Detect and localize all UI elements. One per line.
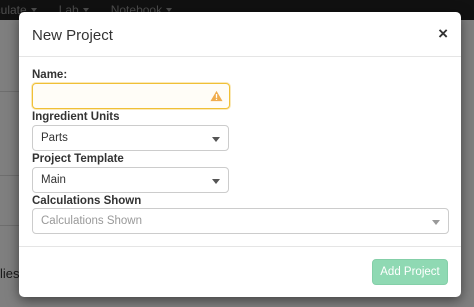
new-project-modal: New Project × Name: Ingredient Units Par… (19, 12, 461, 297)
ingredient-units-select[interactable]: Parts (32, 125, 229, 151)
close-icon[interactable]: × (438, 25, 448, 42)
project-template-value: Main (41, 174, 66, 186)
add-project-button[interactable]: Add Project (372, 259, 448, 285)
project-template-label: Project Template (32, 153, 124, 165)
chevron-down-icon (212, 137, 220, 142)
chevron-down-icon (432, 220, 440, 225)
name-input[interactable] (32, 83, 230, 109)
name-label: Name: (32, 69, 68, 81)
ingredient-units-value: Parts (41, 132, 68, 144)
ingredient-units-label: Ingredient Units (32, 111, 120, 123)
warning-icon (210, 90, 223, 102)
calculations-shown-select[interactable]: Calculations Shown (32, 208, 449, 234)
modal-header: New Project × (19, 12, 461, 57)
calculations-shown-placeholder: Calculations Shown (41, 215, 143, 227)
calculations-shown-label: Calculations Shown (32, 195, 142, 207)
modal-footer: Add Project (19, 246, 461, 298)
chevron-down-icon (212, 179, 220, 184)
modal-title: New Project (32, 27, 113, 44)
project-template-select[interactable]: Main (32, 167, 229, 193)
